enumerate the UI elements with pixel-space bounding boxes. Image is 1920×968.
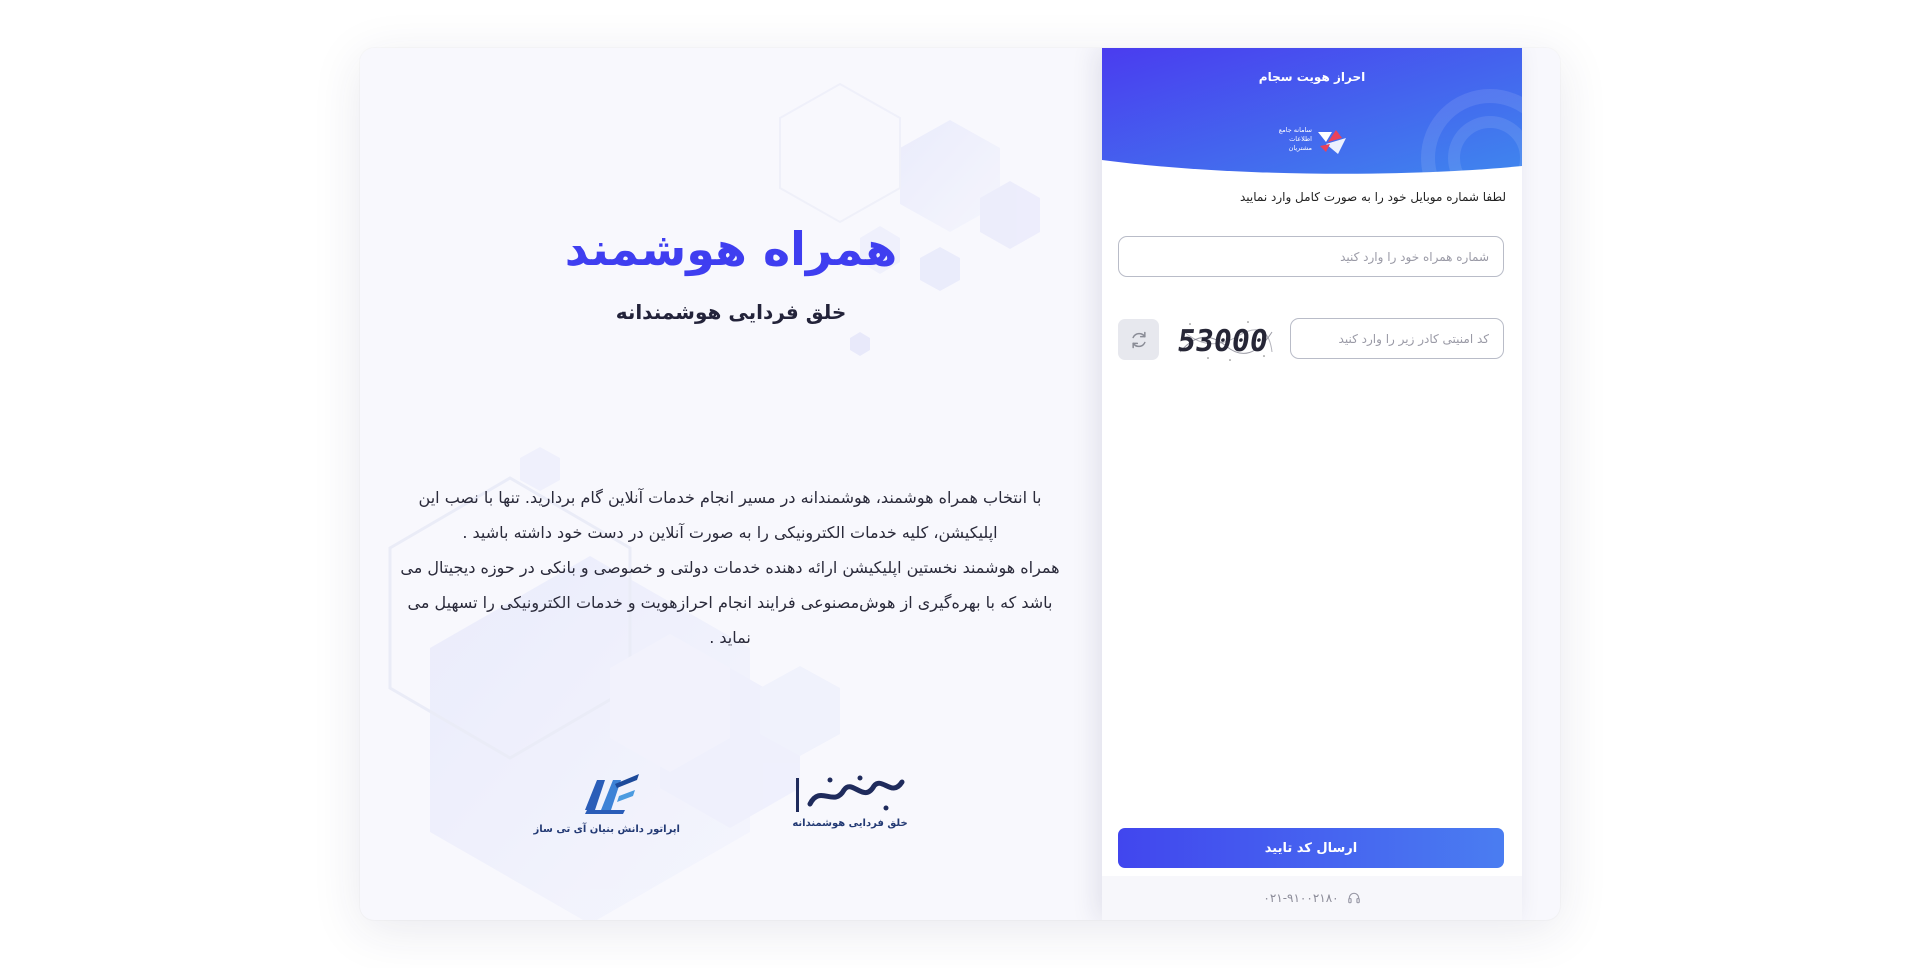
phone-input[interactable]: [1118, 236, 1504, 277]
sajam-logo: سامانه جامع اطلاعات مشتریان: [1272, 126, 1352, 160]
hamrah-logo: خلق فردایی هوشمندانه: [790, 768, 910, 829]
hero-title: همراه هوشمند: [564, 222, 898, 276]
refresh-icon: [1131, 331, 1146, 348]
sajam-logo-text: سامانه جامع اطلاعات مشتریان: [1278, 126, 1312, 152]
itsaz-caption: اپراتور دانش بنیان آی تی ساز: [533, 824, 681, 835]
hamrah-caption: خلق فردایی هوشمندانه: [792, 818, 908, 829]
captcha-input[interactable]: [1290, 318, 1504, 359]
itsaz-logo-mark: [585, 774, 639, 814]
instruction-text: لطفا شماره موبایل خود را به صورت کامل وا…: [1239, 190, 1506, 204]
hero-section: همراه هوشمند خلق فردایی هوشمندانه با انت…: [360, 48, 1102, 920]
sajam-logo-mark: [1318, 130, 1346, 154]
refresh-captcha-button[interactable]: [1118, 319, 1159, 360]
hero-description-paragraph: همراه هوشمند نخستین اپلیکیشن ارائه دهنده…: [400, 558, 1060, 647]
auth-panel: احراز هویت سجام سامانه جامع اطلاعات مشتر…: [1102, 48, 1522, 920]
headset-icon: [1347, 892, 1360, 904]
send-code-button[interactable]: ارسال کد تایید: [1118, 828, 1504, 868]
hero-subtitle: خلق فردایی هوشمندانه: [615, 300, 847, 324]
support-phone: ۰۲۱-۹۱۰۰۲۱۸۰: [1263, 891, 1339, 905]
captcha-image: 53000: [1178, 321, 1273, 361]
login-card: همراه هوشمند خلق فردایی هوشمندانه با انت…: [360, 48, 1560, 920]
support-line: ۰۲۱-۹۱۰۰۲۱۸۰: [1102, 876, 1522, 920]
hero-description: با انتخاب همراه هوشمند، هوشمندانه در مسی…: [400, 480, 1060, 655]
panel-title: احراز هویت سجام: [1258, 70, 1366, 84]
captcha-code: 53000: [1178, 324, 1270, 359]
hamrah-logo-mark: [796, 775, 905, 812]
hero-description-paragraph: با انتخاب همراه هوشمند، هوشمندانه در مسی…: [418, 488, 1042, 542]
itsaz-logo: اپراتور دانش بنیان آی تی ساز: [533, 766, 681, 835]
